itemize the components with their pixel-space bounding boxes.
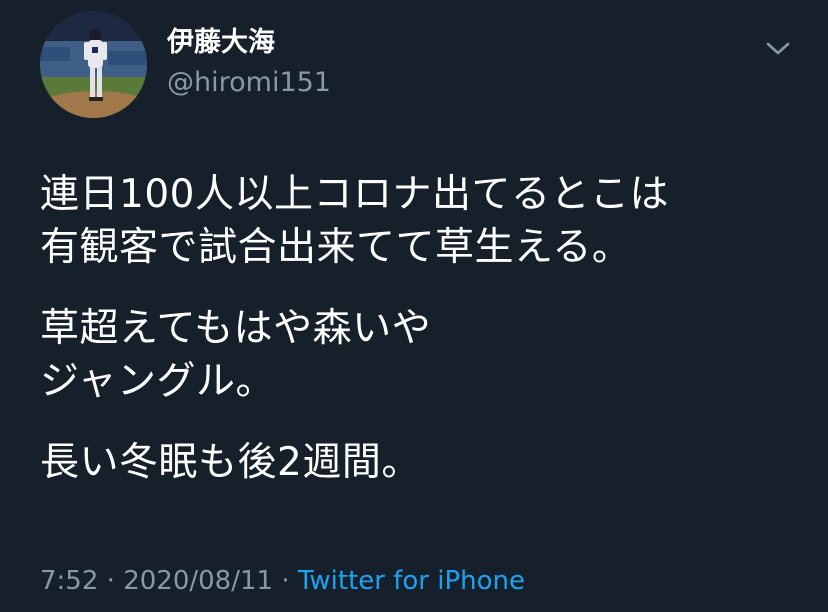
tweet-paragraph: 草超えてもはや森いや ジャングル。 bbox=[40, 302, 800, 408]
tweet-source-link[interactable]: Twitter for iPhone bbox=[298, 566, 525, 596]
tweet-paragraph: 長い冬眠も後2週間。 bbox=[40, 436, 800, 489]
meta-separator: · bbox=[106, 566, 115, 596]
tweet-line: 長い冬眠も後2週間。 bbox=[40, 440, 421, 485]
tweet-paragraph: 連日100人以上コロナ出てるとこは 有観客で試合出来てて草生える。 bbox=[40, 168, 800, 274]
chevron-down-icon[interactable] bbox=[762, 34, 794, 62]
tweet-line: 連日100人以上コロナ出てるとこは bbox=[40, 172, 669, 217]
tweet-line: ジャングル。 bbox=[40, 359, 276, 404]
meta-separator: · bbox=[281, 566, 290, 596]
tweet-time: 7:52 bbox=[40, 566, 99, 596]
profile-photo-icon bbox=[40, 11, 147, 118]
tweet-meta: 7:52 · 2020/08/11 · Twitter for iPhone bbox=[40, 562, 525, 600]
user-handle[interactable]: @hiromi151 bbox=[167, 65, 331, 101]
tweet-line: 有観客で試合出来てて草生える。 bbox=[40, 225, 632, 270]
tweet-date: 2020/08/11 bbox=[123, 566, 274, 596]
avatar[interactable] bbox=[40, 11, 147, 118]
tweet-text: 連日100人以上コロナ出てるとこは 有観客で試合出来てて草生える。 草超えてもは… bbox=[40, 168, 800, 489]
tweet-card: 伊藤大海 @hiromi151 連日100人以上コロナ出てるとこは 有観客で試合… bbox=[0, 0, 828, 612]
display-name[interactable]: 伊藤大海 bbox=[167, 24, 275, 62]
tweet-line: 草超えてもはや森いや bbox=[40, 306, 432, 351]
